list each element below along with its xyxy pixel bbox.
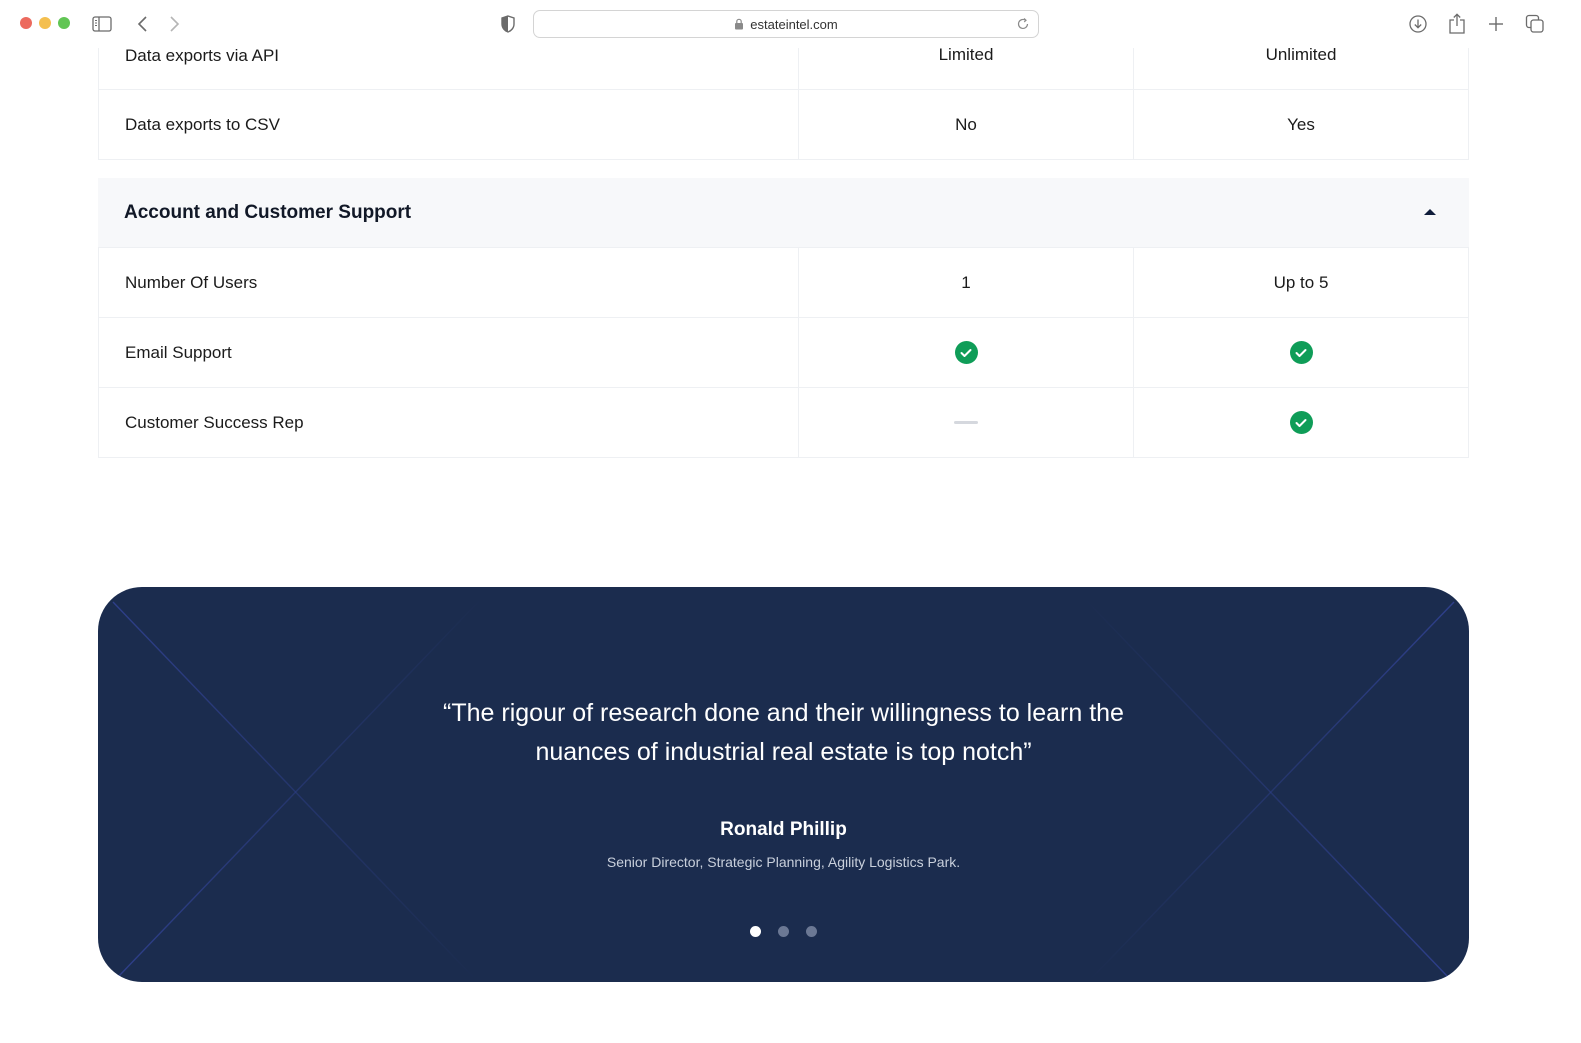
carousel-dot-3[interactable]: [806, 926, 817, 937]
section-title: Account and Customer Support: [124, 201, 412, 223]
plan1-value: [799, 318, 1134, 387]
plan2-value: Yes: [1287, 114, 1315, 134]
forward-icon[interactable]: [162, 12, 186, 36]
section-header-account-support[interactable]: Account and Customer Support: [98, 178, 1469, 248]
sidebar-icon[interactable]: [90, 12, 114, 36]
download-icon[interactable]: [1406, 12, 1430, 36]
close-window-button[interactable]: [20, 17, 32, 29]
feature-label: Data exports to CSV: [99, 90, 799, 159]
plan2-value: [1134, 388, 1468, 457]
plan2-value: Up to 5: [1273, 272, 1329, 292]
table-row: Data exports to CSV No Yes: [98, 90, 1469, 160]
address-bar[interactable]: estateintel.com: [533, 10, 1039, 38]
table-row: Customer Success Rep: [98, 388, 1469, 458]
feature-label: Customer Success Rep: [99, 388, 799, 457]
plan1-value: [799, 388, 1134, 457]
dash-icon: [954, 421, 978, 424]
deco-line: [117, 596, 484, 978]
carousel-pagination: [98, 926, 1469, 937]
back-icon[interactable]: [131, 12, 155, 36]
table-row: Email Support: [98, 318, 1469, 388]
quote-line: nuances of industrial real estate is top…: [535, 738, 1032, 766]
testimonial-card: “The rigour of research done and their w…: [98, 587, 1469, 982]
carousel-dot-1[interactable]: [750, 926, 761, 937]
browser-toolbar: estateintel.com: [0, 0, 1581, 48]
reload-icon[interactable]: [1014, 15, 1032, 33]
check-icon: [954, 341, 978, 364]
check-icon: [1289, 341, 1313, 364]
quote-line: “The rigour of research done and their w…: [443, 699, 1124, 727]
plan1-value: No: [799, 90, 1134, 159]
zoom-window-button[interactable]: [58, 17, 70, 29]
new-tab-icon[interactable]: [1484, 12, 1508, 36]
share-icon[interactable]: [1445, 12, 1469, 36]
testimonial-role: Senior Director, Strategic Planning, Agi…: [606, 854, 961, 870]
plan1-value: 1: [799, 248, 1134, 317]
check-icon: [1289, 411, 1313, 434]
feature-label: Email Support: [99, 318, 799, 387]
testimonial-quote: “The rigour of research done and their w…: [98, 694, 1469, 772]
deco-line: [1082, 596, 1449, 978]
collapse-caret-icon[interactable]: [1424, 209, 1436, 215]
testimonial-author: Ronald Phillip: [720, 819, 847, 840]
tab-overview-icon[interactable]: [1523, 12, 1547, 36]
carousel-dot-2[interactable]: [778, 926, 789, 937]
table-row: Number Of Users 1 Up to 5: [98, 248, 1469, 318]
decorative-cross-lines: [112, 596, 1455, 982]
feature-label: Number Of Users: [99, 248, 799, 317]
minimize-window-button[interactable]: [39, 17, 51, 29]
lock-icon: [735, 18, 744, 30]
plan2-value: [1134, 318, 1468, 387]
privacy-shield-icon[interactable]: [496, 12, 520, 36]
url-text: estateintel.com: [750, 16, 838, 32]
